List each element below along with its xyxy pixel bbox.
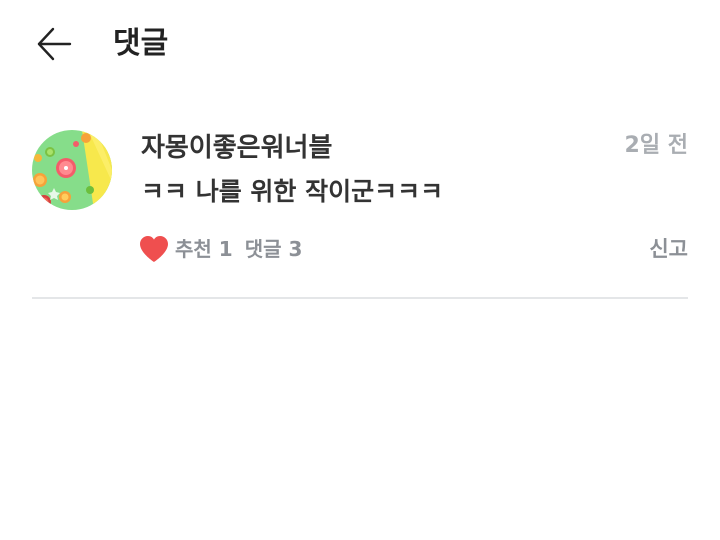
arrow-left-icon: [37, 27, 72, 61]
report-button[interactable]: 신고: [649, 233, 688, 265]
reply-count[interactable]: 댓글 3: [245, 234, 303, 264]
comment-item: 자몽이좋은워너블 2일 전 ㅋㅋ 나를 위한 작이군ㅋㅋㅋ 추천 1 댓글 3 …: [32, 128, 688, 268]
comment-body: ㅋㅋ 나를 위한 작이군ㅋㅋㅋ: [141, 177, 444, 206]
page-title: 댓글: [113, 26, 169, 61]
avatar[interactable]: [32, 130, 112, 210]
comment-actions: 추천 1 댓글 3: [139, 231, 302, 267]
comment-timestamp: 2일 전: [624, 133, 688, 158]
divider: [32, 297, 688, 299]
comment-screen: 댓글 자몽이좋은워너블 2일 전 ㅋㅋ 나를 위한 작이군ㅋㅋㅋ 추천 1 댓글…: [0, 0, 720, 540]
top-bar: 댓글: [0, 0, 720, 90]
like-button[interactable]: [139, 234, 169, 264]
back-button[interactable]: [30, 22, 78, 66]
heart-icon: [140, 236, 168, 262]
like-count[interactable]: 추천 1: [175, 234, 233, 264]
comment-username[interactable]: 자몽이좋은워너블: [141, 130, 332, 166]
citrus-fruit-avatar: [32, 130, 112, 210]
